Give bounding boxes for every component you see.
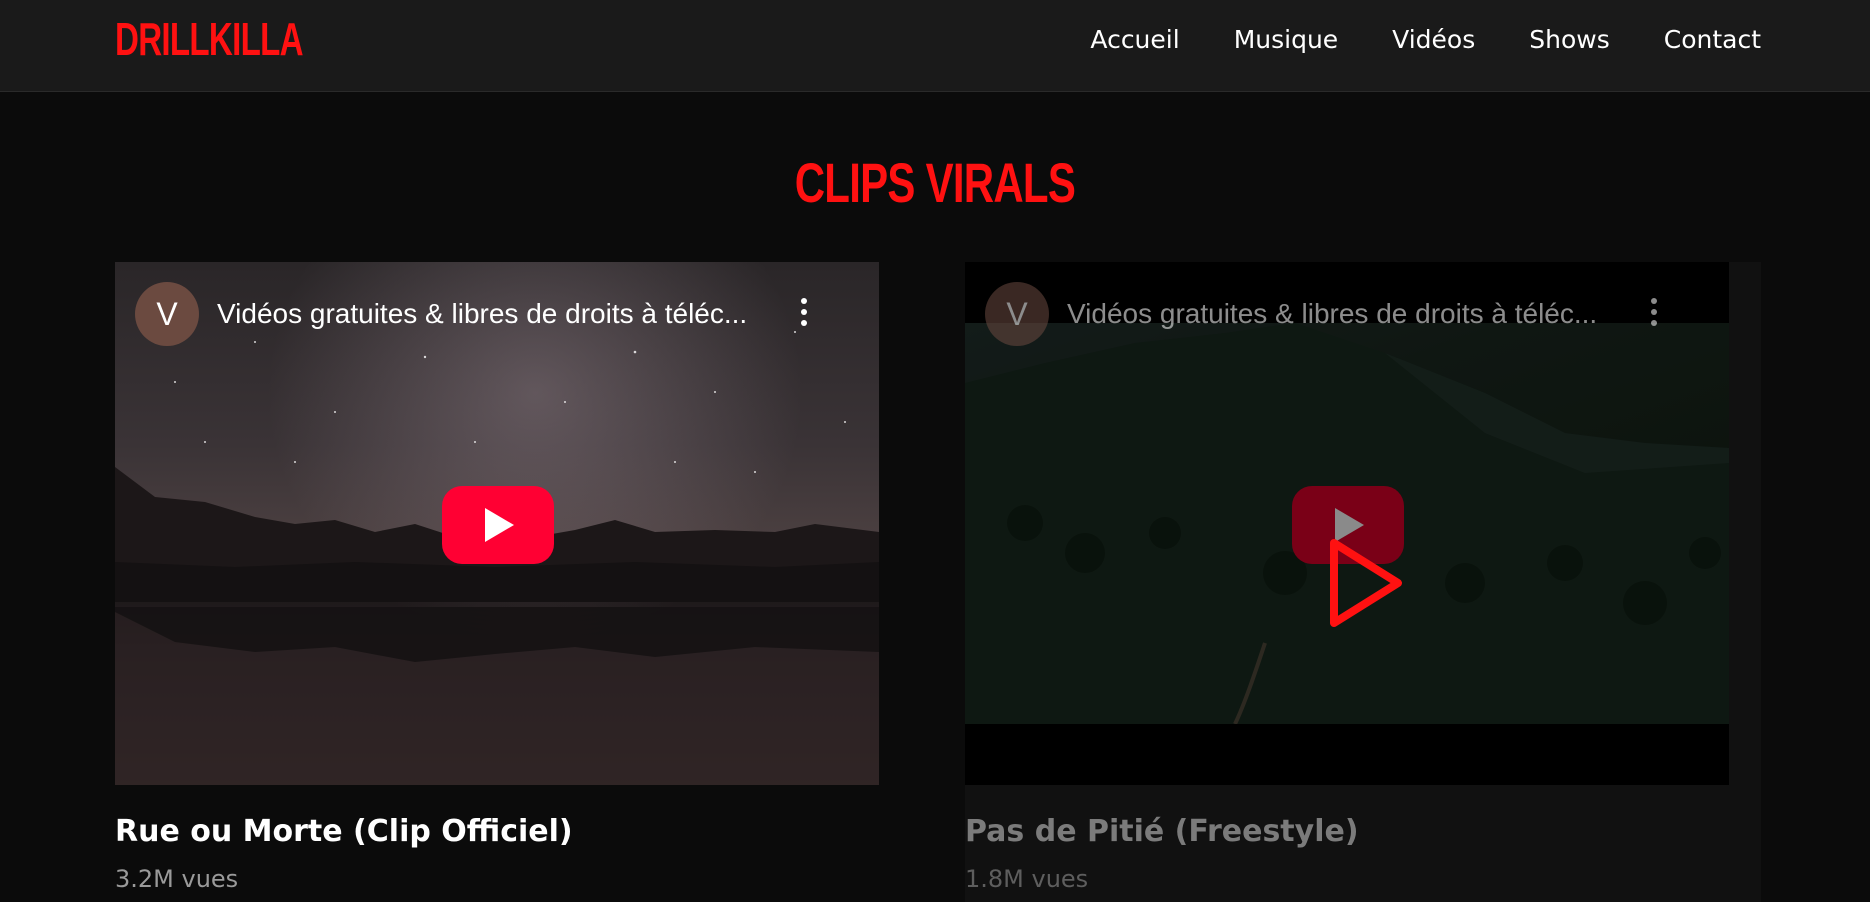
video-title[interactable]: Pas de Pitié (Freestyle) <box>965 814 1359 849</box>
channel-avatar[interactable]: V <box>135 282 199 346</box>
video-views: 1.8M vues <box>965 865 1089 893</box>
channel-avatar[interactable]: V <box>985 282 1049 346</box>
embed-title[interactable]: Vidéos gratuites & libres de droits à té… <box>217 298 787 330</box>
navbar: DRILLKILLA Accueil Musique Vidéos Shows … <box>0 0 1870 92</box>
nav-item-contact[interactable]: Contact <box>1664 24 1761 56</box>
main-nav: Accueil Musique Vidéos Shows Contact <box>1036 24 1761 56</box>
video-player[interactable]: V Vidéos gratuites & libres de droits à … <box>965 262 1729 785</box>
youtube-play-icon[interactable] <box>442 486 554 564</box>
section-title: CLIPS VIRALS <box>794 150 1076 214</box>
nav-item-shows[interactable]: Shows <box>1529 24 1609 56</box>
brand-logo[interactable]: DRILLKILLA <box>115 12 304 66</box>
nav-item-musique[interactable]: Musique <box>1234 24 1338 56</box>
video-views: 3.2M vues <box>115 865 239 893</box>
video-title[interactable]: Rue ou Morte (Clip Officiel) <box>115 814 573 849</box>
more-vert-icon[interactable] <box>1651 298 1657 331</box>
embed-title[interactable]: Vidéos gratuites & libres de droits à té… <box>1067 298 1637 330</box>
nav-item-videos[interactable]: Vidéos <box>1392 24 1475 56</box>
nav-item-accueil[interactable]: Accueil <box>1090 24 1179 56</box>
embed-header: V Vidéos gratuites & libres de droits à … <box>135 282 859 346</box>
embed-header: V Vidéos gratuites & libres de droits à … <box>985 282 1709 346</box>
video-player[interactable]: V Vidéos gratuites & libres de droits à … <box>115 262 879 785</box>
more-vert-icon[interactable] <box>801 298 807 331</box>
play-outline-icon[interactable] <box>1328 537 1408 629</box>
